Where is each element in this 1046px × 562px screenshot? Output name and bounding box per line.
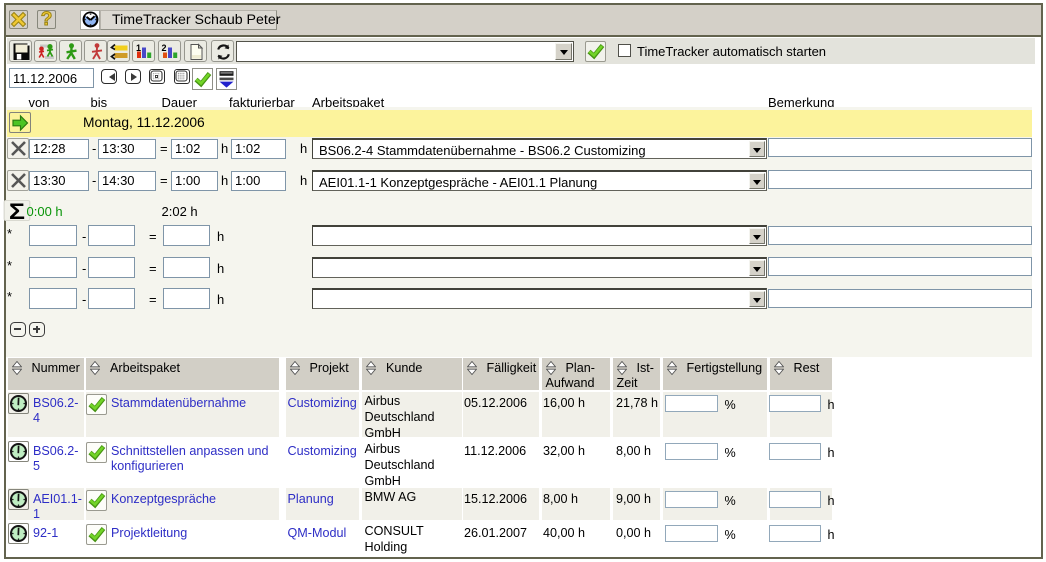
svg-text:2: 2	[161, 43, 166, 53]
